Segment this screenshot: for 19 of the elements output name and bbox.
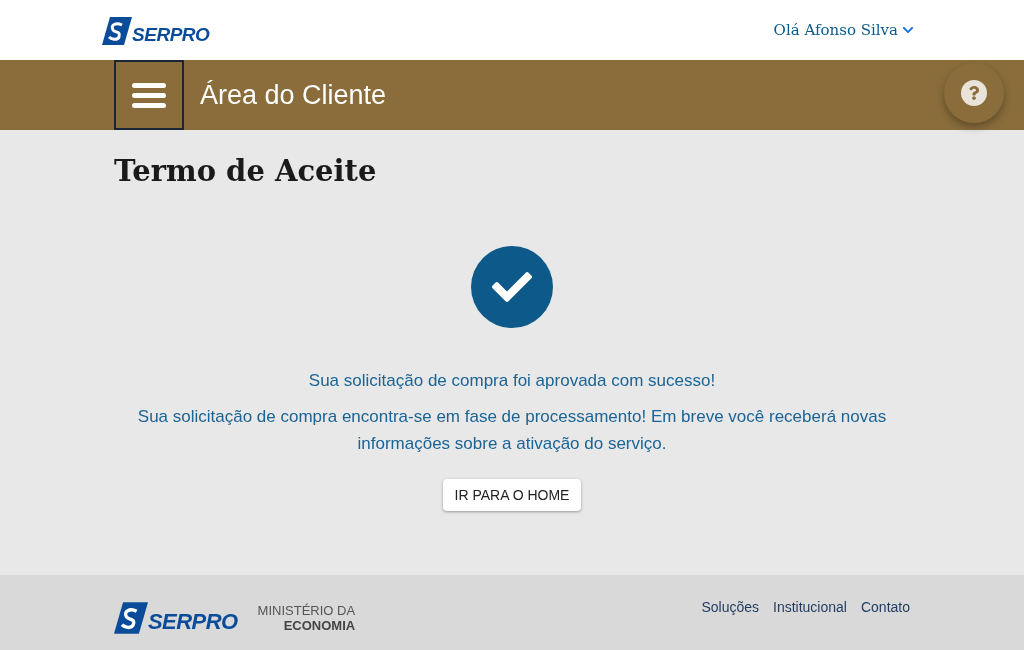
footer-link[interactable]: Soluções bbox=[701, 597, 759, 618]
ministry-name: ECONOMIA bbox=[283, 617, 356, 633]
footer-logo-text: SERPRO bbox=[148, 610, 238, 633]
logo-icon bbox=[102, 17, 132, 45]
footer-link[interactable]: Contato bbox=[860, 597, 910, 618]
chevron-down-icon bbox=[902, 24, 914, 36]
logo-icon bbox=[114, 601, 148, 634]
user-menu[interactable]: Olá Afonso Silva bbox=[773, 18, 922, 42]
ministry-label: MINISTÉRIO DA bbox=[257, 602, 356, 618]
success-message: Sua solicitação de compra foi aprovada com sucesso! bbox=[308, 369, 716, 392]
logo-text: SERPRO bbox=[132, 25, 210, 44]
detail-message: Sua solicitação de compra encontra-se em fase de processamento! Em breve você receberá novas informações sobre a ativação do serviço. bbox=[136, 406, 888, 455]
help-button[interactable] bbox=[944, 63, 1004, 123]
nav-title: Área do Cliente bbox=[200, 78, 387, 112]
home-button[interactable]: IR PARA O HOME bbox=[442, 479, 582, 511]
page-title: Termo de Aceite bbox=[114, 153, 378, 190]
footer-link[interactable]: Institucional bbox=[773, 597, 847, 618]
menu-button[interactable] bbox=[114, 60, 184, 130]
help-icon bbox=[967, 86, 981, 100]
